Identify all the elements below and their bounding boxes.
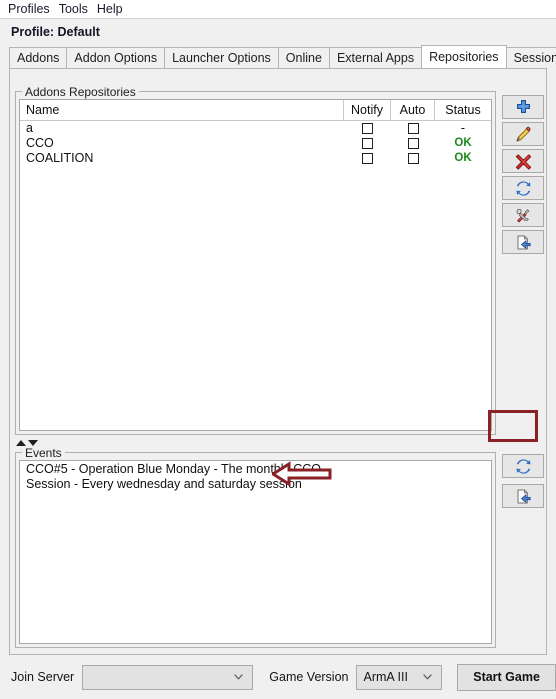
refresh-repository-button[interactable]	[502, 176, 544, 200]
notify-checkbox[interactable]	[362, 153, 373, 164]
addons-repositories-group: Addons Repositories Name Notify Auto Sta…	[15, 85, 496, 435]
column-header-auto[interactable]: Auto	[391, 100, 435, 120]
cell-notify	[344, 123, 391, 134]
list-item[interactable]: Session - Every wednesday and saturday s…	[20, 477, 491, 492]
game-version-label: Game Version	[269, 670, 349, 684]
group-title: Events	[22, 446, 65, 460]
wrench-screwdriver-icon	[515, 207, 532, 224]
menu-item-help[interactable]: Help	[95, 0, 130, 18]
tab-label: External Apps	[336, 50, 415, 65]
tab-bar: Addons Addon Options Launcher Options On…	[9, 45, 556, 68]
repositories-toolbar	[502, 95, 544, 257]
import-event-button[interactable]	[502, 484, 544, 508]
table-row[interactable]: COALITION OK	[20, 151, 491, 166]
bottom-bar: Join Server Game Version ArmA III Start …	[0, 655, 556, 699]
cell-name: CCO	[26, 136, 54, 150]
table-row[interactable]: CCO OK	[20, 136, 491, 151]
cell-status: OK	[454, 137, 472, 149]
red-x-icon	[515, 153, 532, 170]
cell-status: OK	[454, 152, 472, 164]
notify-checkbox[interactable]	[362, 138, 373, 149]
column-header-status[interactable]: Status	[435, 100, 491, 120]
import-page-icon	[515, 488, 532, 505]
join-server-label: Join Server	[11, 670, 75, 684]
notify-checkbox[interactable]	[362, 123, 373, 134]
tab-launcher-options[interactable]: Launcher Options	[164, 47, 279, 68]
start-game-label: Start Game	[473, 670, 540, 684]
auto-checkbox[interactable]	[407, 153, 419, 164]
events-list[interactable]: CCO#5 - Operation Blue Monday - The mont…	[19, 460, 492, 644]
start-game-button[interactable]: Start Game	[457, 663, 556, 691]
repository-tools-button[interactable]	[502, 203, 544, 227]
tab-online[interactable]: Online	[277, 47, 330, 68]
edit-repository-button[interactable]	[502, 122, 544, 146]
table-header-row: Name Notify Auto Status	[20, 100, 491, 121]
refresh-events-button[interactable]	[502, 454, 544, 478]
tab-external-apps[interactable]: External Apps	[328, 47, 423, 68]
tab-label: Addon Options	[74, 50, 158, 65]
add-repository-button[interactable]	[502, 95, 544, 119]
tab-addon-options[interactable]: Addon Options	[66, 47, 166, 68]
cell-name: COALITION	[26, 151, 94, 165]
tab-label: Online	[285, 50, 322, 65]
cell-name: a	[26, 121, 33, 135]
column-header-name[interactable]: Name	[20, 100, 344, 120]
refresh-icon	[515, 180, 532, 197]
delete-repository-button[interactable]	[502, 149, 544, 173]
events-toolbar	[502, 454, 544, 514]
profile-label: Profile: Default	[11, 25, 100, 39]
import-page-icon	[515, 234, 532, 251]
tab-label: Repositories	[429, 49, 499, 64]
cell-notify	[344, 138, 391, 149]
tab-repositories[interactable]: Repositories	[421, 45, 507, 68]
cell-auto	[391, 123, 435, 134]
cell-status: -	[460, 121, 466, 135]
import-repository-button[interactable]	[502, 230, 544, 254]
cell-auto	[391, 138, 435, 149]
events-group: Events CCO#5 - Operation Blue Monday - T…	[15, 446, 496, 648]
cell-auto	[391, 153, 435, 164]
tab-label: Addons	[17, 50, 60, 65]
column-header-notify[interactable]: Notify	[344, 100, 391, 120]
refresh-icon	[515, 458, 532, 475]
pencil-icon	[515, 126, 532, 143]
profile-strip: Profile: Default	[0, 19, 556, 45]
group-title: Addons Repositories	[22, 85, 139, 99]
tab-addons[interactable]: Addons	[9, 47, 68, 68]
repositories-panel: Addons Repositories Name Notify Auto Sta…	[9, 68, 547, 655]
table-row[interactable]: a -	[20, 121, 491, 136]
menu-bar: Profiles Tools Help	[0, 0, 556, 19]
tab-session[interactable]: Session	[505, 47, 556, 68]
join-server-dropdown[interactable]	[82, 664, 254, 690]
tab-label: Launcher Options	[172, 50, 271, 65]
chevron-down-icon	[423, 674, 433, 680]
list-item[interactable]: CCO#5 - Operation Blue Monday - The mont…	[20, 462, 491, 477]
repositories-table[interactable]: Name Notify Auto Status a - CCO OK COALI…	[19, 99, 492, 431]
auto-checkbox[interactable]	[407, 123, 419, 134]
menu-item-tools[interactable]: Tools	[57, 0, 95, 18]
panel-splitter[interactable]	[15, 438, 496, 449]
game-version-dropdown[interactable]: ArmA III	[355, 664, 443, 690]
tab-label: Session	[513, 50, 556, 65]
cell-notify	[344, 153, 391, 164]
chevron-down-icon	[234, 674, 244, 680]
menu-item-profiles[interactable]: Profiles	[6, 0, 57, 18]
plus-icon	[515, 99, 532, 116]
auto-checkbox[interactable]	[407, 138, 419, 149]
game-version-value: ArmA III	[363, 670, 408, 684]
